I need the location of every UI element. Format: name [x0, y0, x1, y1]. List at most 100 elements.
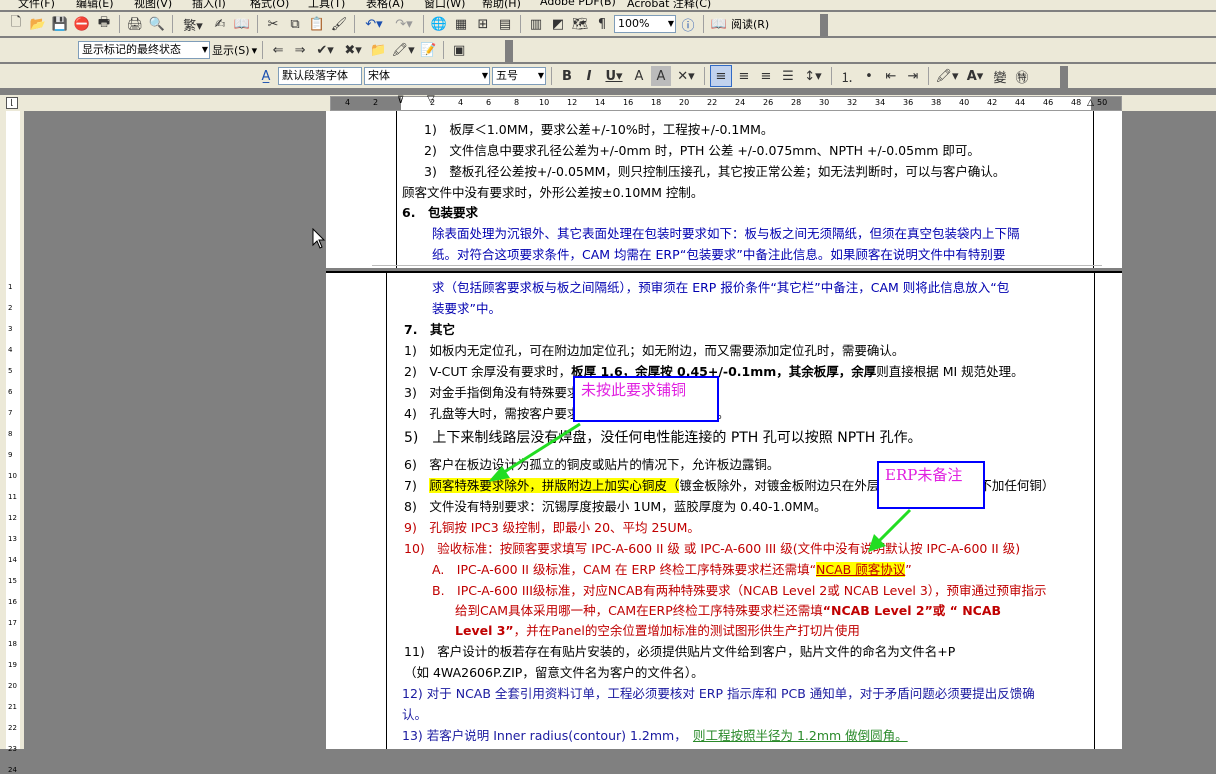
highlight-icon[interactable]: 🖍▾: [390, 40, 416, 60]
doc-text: 则工程按照半径为 1.2mm 做倒圆角。: [692, 728, 908, 743]
char-border-icon[interactable]: A: [629, 66, 649, 86]
insert-comment-icon[interactable]: 📁: [368, 40, 388, 60]
permission-icon[interactable]: ⛔: [72, 14, 92, 34]
show-hide-icon[interactable]: ¶: [592, 14, 612, 34]
ruler-tick: 6: [486, 98, 492, 107]
doc-line: 2) 文件信息中要求孔径公差为+/-0mm 时，PTH 公差 +/-0.075m…: [424, 143, 980, 158]
horizontal-ruler[interactable]: 4 2 2 4 6 8 10 12 14 16 18 20 22 24 26 2…: [330, 94, 1122, 111]
help-icon[interactable]: ⓘ: [678, 14, 698, 34]
thesaurus-icon[interactable]: 📖: [232, 14, 252, 34]
vertical-ruler[interactable]: 1 2 3 4 5 6 7 8 9 10 11 12 13 14 15 16 17 18 19 20 21 22 23 24: [0, 111, 24, 774]
phonetic-guide-icon[interactable]: 變: [990, 66, 1010, 86]
redo-icon[interactable]: ↷▾: [390, 14, 418, 34]
reject-change-icon[interactable]: ✖▾: [340, 40, 366, 60]
print-preview-icon[interactable]: 🖨: [125, 14, 145, 34]
preview-icon[interactable]: 🔍: [147, 14, 167, 34]
toolbar-grip[interactable]: [820, 14, 828, 36]
vruler-tick: 23: [8, 745, 17, 753]
align-right-icon[interactable]: ≡: [756, 66, 776, 86]
drawing-icon[interactable]: ◩: [548, 14, 568, 34]
insert-excel-icon[interactable]: ▤: [495, 14, 515, 34]
menu-format[interactable]: 格式(O): [250, 0, 289, 10]
left-indent-marker[interactable]: ⊽: [397, 95, 404, 106]
menu-table[interactable]: 表格(A): [366, 0, 404, 10]
char-shading-icon[interactable]: A: [651, 66, 671, 86]
tab-selector[interactable]: ⌊: [6, 97, 18, 109]
increase-indent-icon[interactable]: ⇥: [903, 66, 923, 86]
next-change-icon[interactable]: ⇒: [290, 40, 310, 60]
vruler-tick: 13: [8, 535, 17, 543]
menu-view[interactable]: 视图(V): [134, 0, 172, 10]
cut-icon[interactable]: ✂: [263, 14, 283, 34]
underline-icon[interactable]: U▾: [601, 66, 627, 86]
document-map-icon[interactable]: 🗺: [570, 14, 590, 34]
track-changes-icon[interactable]: 📝: [418, 40, 438, 60]
show-menu-arrow[interactable]: ▾: [252, 44, 258, 57]
separator: [354, 15, 355, 33]
font-size-select[interactable]: 五号 ▼: [492, 67, 546, 85]
distribute-icon[interactable]: ☰: [778, 66, 798, 86]
insert-table-icon[interactable]: ⊞: [473, 14, 493, 34]
print-icon[interactable]: 🖶: [94, 14, 114, 34]
accept-change-icon[interactable]: ✔▾: [312, 40, 338, 60]
menu-file[interactable]: 文件(F): [18, 0, 55, 10]
format-painter-icon[interactable]: 🖌: [329, 14, 349, 34]
menu-acrobat-comments[interactable]: Acrobat 注释(C): [627, 0, 711, 10]
bullets-icon[interactable]: •: [859, 66, 879, 86]
markup-state-select[interactable]: 显示标记的最终状态 ▼: [78, 41, 210, 59]
zoom-select[interactable]: 100% ▼: [614, 15, 676, 33]
doc-line: 装要求”中。: [432, 301, 501, 316]
align-center-icon[interactable]: ≡: [734, 66, 754, 86]
copy-icon[interactable]: ⧉: [285, 14, 305, 34]
menu-window[interactable]: 窗口(W): [424, 0, 465, 10]
styles-icon[interactable]: A̲: [256, 66, 276, 86]
document-page[interactable]: 1) 板厚＜1.0MM，要求公差+/-10%时，工程按+/-0.1MM。 2) …: [326, 111, 1122, 268]
new-icon[interactable]: 🗋: [6, 14, 26, 34]
enclose-char-icon[interactable]: ㊕: [1012, 66, 1032, 86]
char-scale-icon[interactable]: ✕▾: [673, 66, 699, 86]
menu-insert[interactable]: 插入(I): [192, 0, 226, 10]
font-select[interactable]: 宋体 ▼: [364, 67, 490, 85]
ruler-left-margin: [331, 97, 401, 110]
ruler-tick: 26: [763, 98, 774, 107]
menu-edit[interactable]: 编辑(E): [76, 0, 114, 10]
read-button-label[interactable]: 阅读(R): [731, 16, 769, 32]
align-justify-icon[interactable]: ≡: [710, 65, 732, 87]
undo-icon[interactable]: ↶▾: [360, 14, 388, 34]
decrease-indent-icon[interactable]: ⇤: [881, 66, 901, 86]
line-spacing-icon[interactable]: ↕▾: [800, 66, 826, 86]
spelling-icon[interactable]: 繁▾: [178, 14, 208, 34]
style-select[interactable]: 默认段落字体: [278, 67, 362, 85]
font-color-icon[interactable]: A▾: [962, 66, 988, 86]
ruler-tick: 14: [595, 98, 606, 107]
right-indent-marker[interactable]: △: [1087, 98, 1094, 108]
first-line-indent-marker[interactable]: ▽: [427, 94, 435, 105]
menu-tools[interactable]: 工具(T): [308, 0, 345, 10]
reviewing-pane-icon[interactable]: ▣: [449, 40, 469, 60]
menu-help[interactable]: 帮助(H): [482, 0, 521, 10]
menu-adobe-pdf[interactable]: Adobe PDF(B): [540, 0, 616, 8]
numbering-icon[interactable]: ⒈: [837, 66, 857, 86]
show-menu[interactable]: 显示(S): [212, 42, 250, 58]
toolbar-grip[interactable]: [505, 40, 513, 62]
document-page[interactable]: 求（包括顾客要求板与板之间隔纸），预审须在 ERP 报价条件“其它栏”中备注，C…: [326, 265, 1122, 749]
vruler-tick: 10: [8, 472, 17, 480]
paste-icon[interactable]: 📋: [307, 14, 327, 34]
italic-icon[interactable]: I: [579, 66, 599, 86]
ruler-tick: 12: [567, 98, 578, 107]
annotation-callout[interactable]: ERP未备注: [877, 461, 985, 509]
research-icon[interactable]: ✍: [210, 14, 230, 34]
read-icon[interactable]: 📖: [709, 14, 729, 34]
doc-text: 给到CAM具体采用哪一种，CAM在ERP终检工序特殊要求栏还需填: [455, 603, 823, 618]
hyperlink-icon[interactable]: 🌐: [429, 14, 449, 34]
previous-change-icon[interactable]: ⇐: [268, 40, 288, 60]
toolbar-grip[interactable]: [1060, 66, 1068, 88]
open-icon[interactable]: 📂: [28, 14, 48, 34]
tables-borders-icon[interactable]: ▦: [451, 14, 471, 34]
separator: [928, 67, 929, 85]
bold-icon[interactable]: B: [557, 66, 577, 86]
save-icon[interactable]: 💾: [50, 14, 70, 34]
highlight-color-icon[interactable]: 🖍▾: [934, 66, 960, 86]
columns-icon[interactable]: ▥: [526, 14, 546, 34]
annotation-callout[interactable]: 未按此要求铺铜: [573, 376, 719, 422]
